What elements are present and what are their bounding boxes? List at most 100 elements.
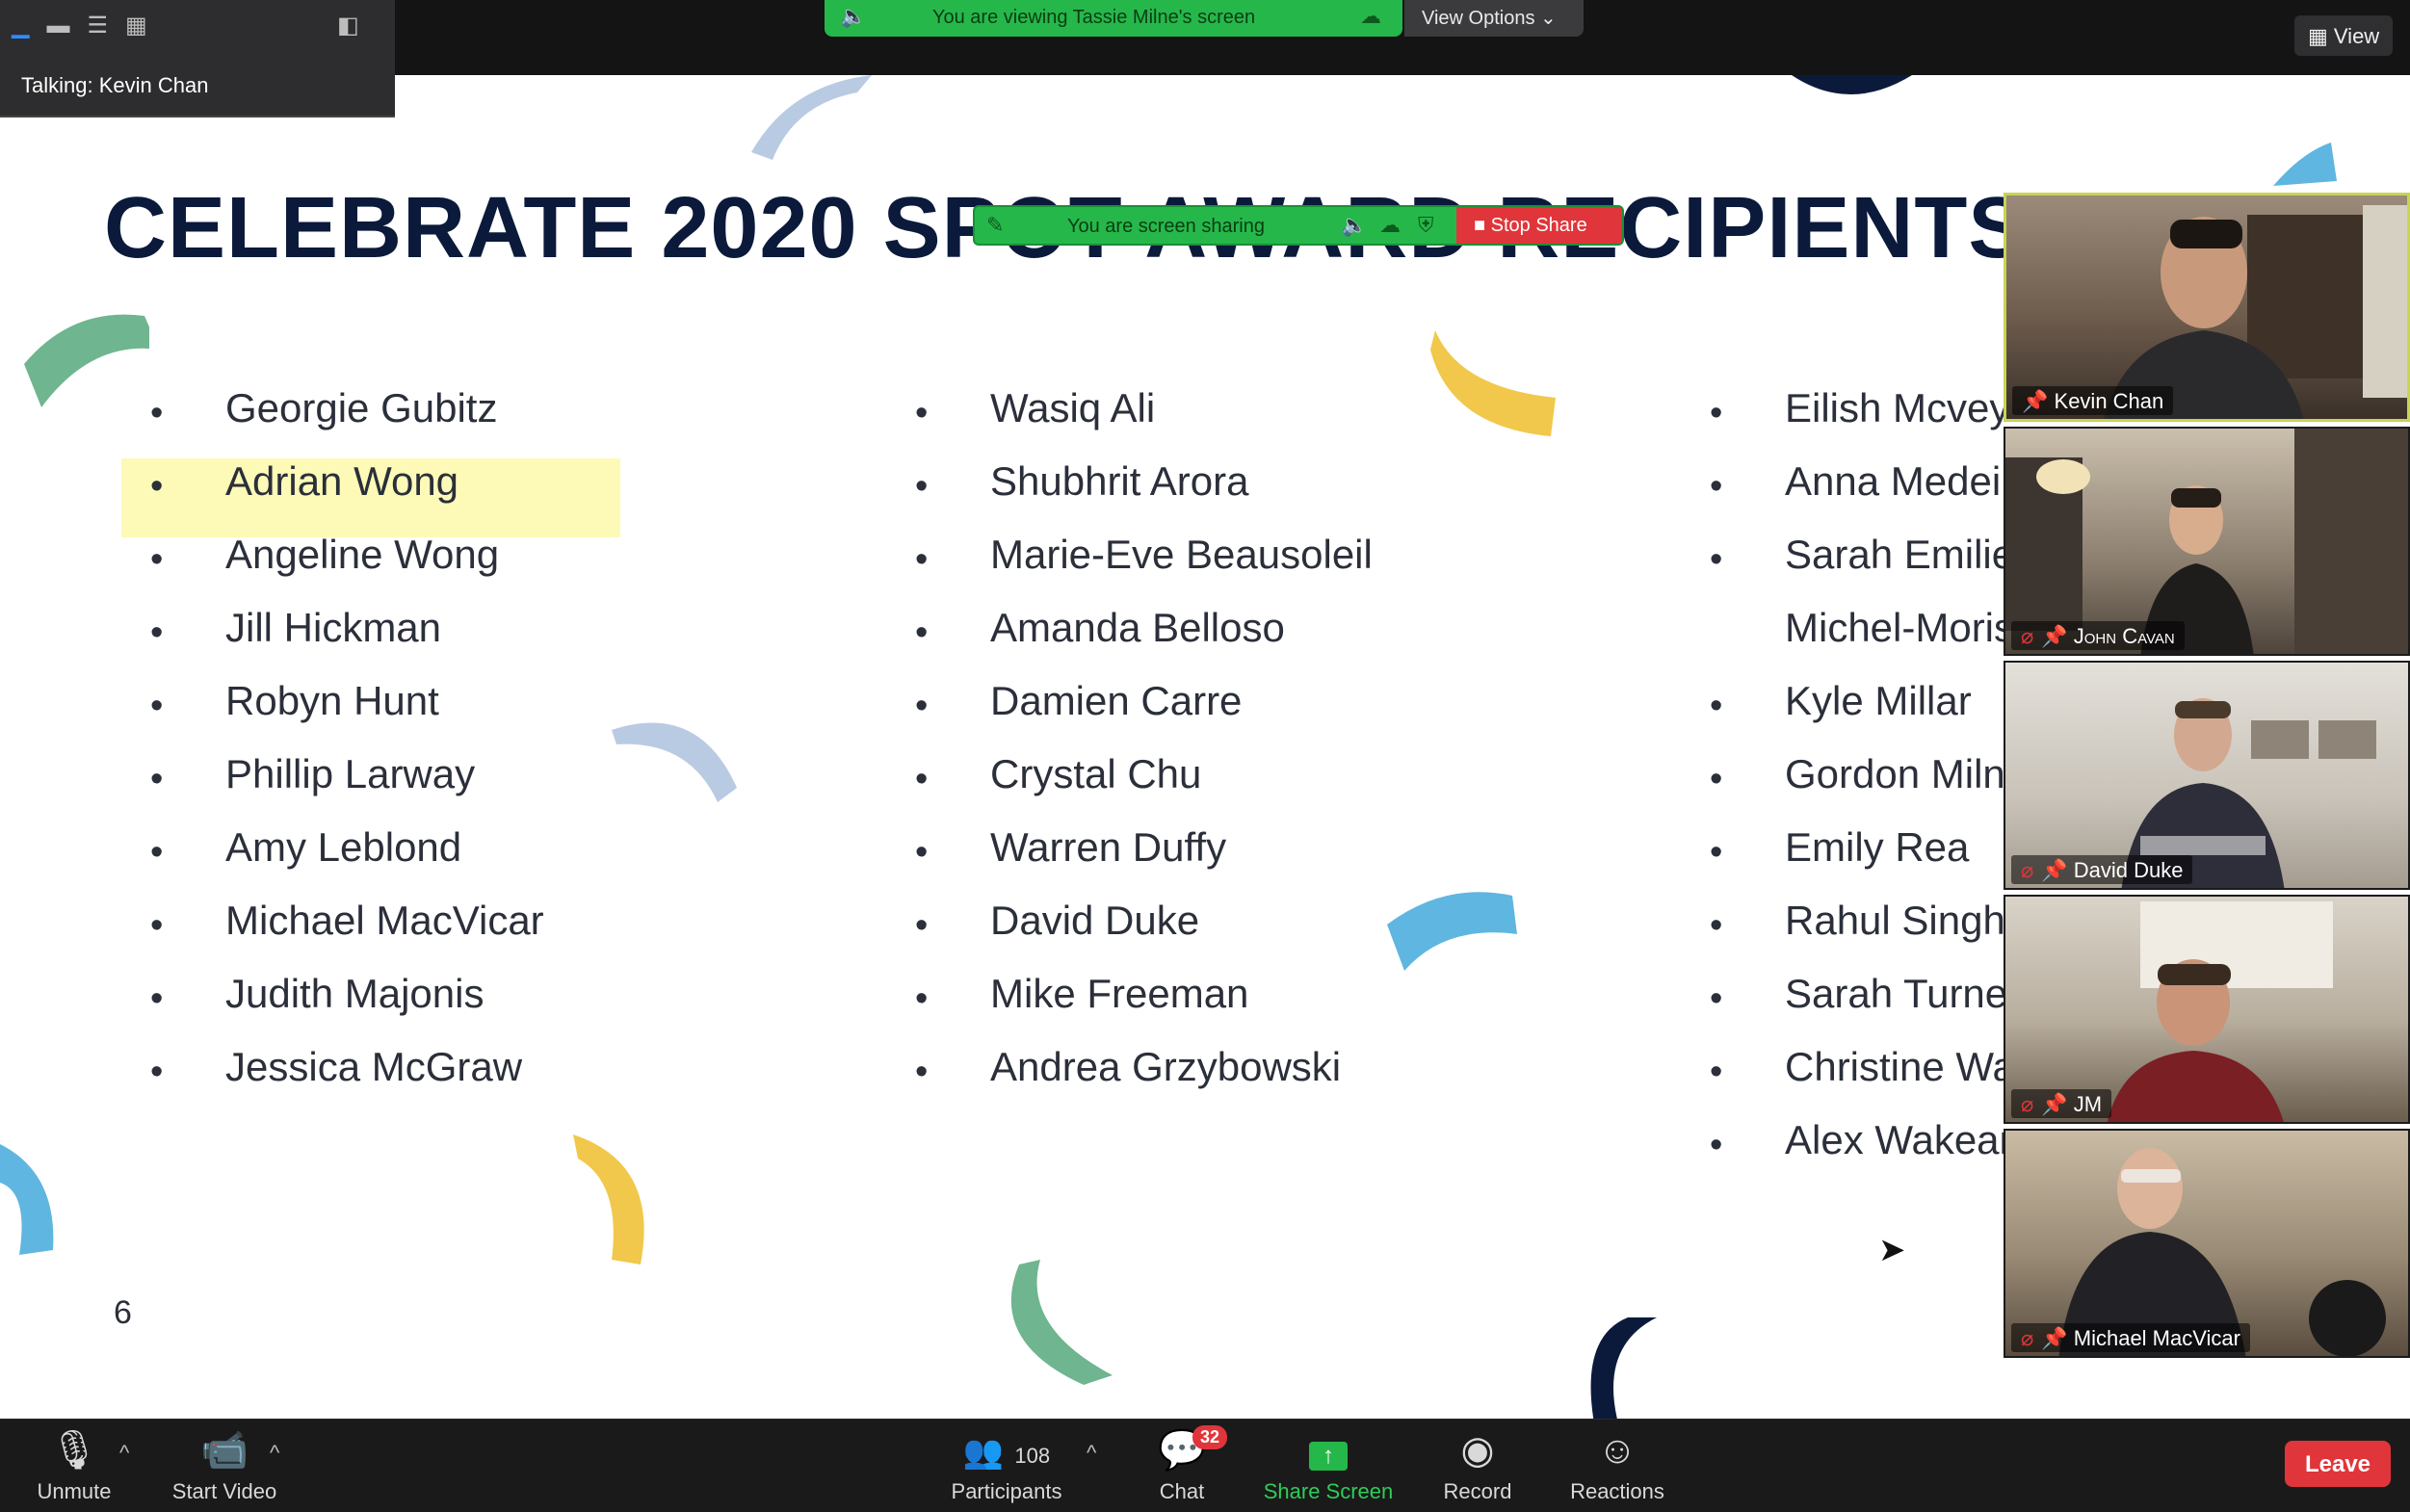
view-button-label: View	[2333, 24, 2380, 48]
recipient-name: Anna Medei	[1785, 458, 2002, 504]
recipient-name: Jill Hickman	[225, 605, 442, 650]
start-video-button[interactable]: 📹 Start Video	[168, 1429, 281, 1504]
start-video-label: Start Video	[171, 1479, 277, 1503]
shield-icon[interactable]: ⛨	[1418, 213, 1434, 238]
recipient-name: Phillip Larway	[225, 751, 476, 796]
recipient-name: Eilish Mcvey	[1785, 385, 2010, 430]
view-button[interactable]: ▦ View	[2294, 15, 2393, 56]
participants-label: Participants	[951, 1479, 1062, 1503]
recipient-name: Damien Carre	[990, 678, 1243, 723]
unmute-label: Unmute	[37, 1479, 112, 1503]
confetti-yellow-top	[1430, 330, 1556, 436]
recipient-name: Marie-Eve Beausoleil	[990, 532, 1373, 577]
recipient-name: Judith Majonis	[225, 971, 485, 1016]
recipient-name: Sarah Turner	[1785, 971, 2022, 1016]
reactions-button[interactable]: ☺ Reactions	[1564, 1429, 1670, 1504]
recipient-name: Sarah Emilie	[1785, 532, 2015, 577]
recipient-name: Christine Wa	[1785, 1044, 2015, 1089]
viewing-screen-text: You are viewing Tassie Milne's screen	[932, 7, 1256, 28]
participants-options-caret[interactable]: ^	[1087, 1441, 1096, 1466]
confetti-blue-right	[1387, 892, 1517, 971]
video-tile[interactable]: 📌 Kevin Chan	[2004, 193, 2410, 422]
participant-name: David Duke	[2073, 858, 2184, 882]
chat-button[interactable]: 💬 32 Chat	[1146, 1425, 1228, 1504]
recipient-name: Jessica McGraw	[225, 1044, 523, 1089]
leave-button[interactable]: Leave	[2285, 1441, 2391, 1487]
pin-icon[interactable]: ✎	[986, 213, 1004, 238]
bullet-icon: •	[1710, 1052, 1723, 1092]
speaker-view-icon[interactable]: ▁	[12, 12, 29, 40]
participant-label: ⌀ 📌 JM	[2011, 1089, 2112, 1118]
minimize-layout-icon[interactable]: ◧	[337, 12, 359, 39]
bullet-icon: •	[1710, 1125, 1723, 1165]
bullet-icon: •	[915, 393, 929, 433]
share-screen-button[interactable]: ↑ Share Screen	[1262, 1429, 1395, 1504]
bullet-icon: •	[150, 466, 164, 507]
video-tile[interactable]: ⌀ 📌 John Cavan	[2004, 427, 2410, 656]
participants-button[interactable]: 👥 108 Participants	[944, 1429, 1069, 1504]
talking-indicator: Talking: Kevin Chan	[21, 73, 209, 97]
recipient-name: David Duke	[990, 898, 1200, 943]
recipient-name: Adrian Wong	[225, 458, 459, 504]
participants-count: 108	[1014, 1444, 1051, 1468]
speaker-icon[interactable]: 🔈	[840, 4, 866, 29]
bullet-icon: •	[915, 539, 929, 580]
recipient-name: Amanda Belloso	[990, 605, 1285, 650]
audio-options-caret[interactable]: ^	[119, 1441, 129, 1466]
chat-unread-badge: 32	[1192, 1425, 1228, 1449]
participants-icon: 👥 108	[962, 1434, 1051, 1471]
reactions-label: Reactions	[1570, 1479, 1664, 1503]
speaker-icon[interactable]: 🔈	[1341, 213, 1367, 238]
recipient-name: Warren Duffy	[990, 824, 1227, 870]
bullet-icon: •	[1710, 905, 1723, 946]
bullet-icon: •	[150, 686, 164, 726]
confetti-navy-top	[1792, 75, 1912, 94]
confetti-blue-light	[751, 75, 872, 160]
participant-name: John Cavan	[2073, 624, 2175, 648]
recipient-name: Wasiq Ali	[990, 385, 1156, 430]
muted-mic-icon: ⌀	[2021, 1326, 2034, 1350]
screen-sharing-text: You are screen sharing	[1067, 216, 1265, 237]
mouse-cursor: ➤	[1878, 1232, 1906, 1268]
stop-share-label: Stop Share	[1490, 215, 1587, 236]
slide-page-number: 6	[114, 1294, 132, 1331]
side-by-side-icon[interactable]: ☰	[87, 12, 108, 40]
view-options-dropdown[interactable]: View Options ⌄	[1404, 0, 1584, 37]
bullet-icon: •	[1710, 539, 1723, 580]
gallery-strip-icon[interactable]: ▬	[46, 12, 69, 40]
confetti-green-bottom	[1010, 1260, 1113, 1385]
unmute-button[interactable]: 🎙 Unmute	[35, 1429, 114, 1504]
recipient-name: Amy Leblond	[225, 824, 462, 870]
muted-mic-icon: ⌀	[2021, 1092, 2034, 1116]
recipient-name: Michael MacVicar	[225, 898, 544, 943]
video-tile[interactable]: ⌀ 📌 Michael MacVicar	[2004, 1129, 2410, 1358]
bullet-icon: •	[1710, 466, 1723, 507]
cloud-icon[interactable]: ☁	[1360, 4, 1381, 29]
bullet-icon: •	[915, 686, 929, 726]
bullet-icon: •	[915, 759, 929, 799]
cloud-icon[interactable]: ☁	[1379, 213, 1401, 238]
video-options-caret[interactable]: ^	[270, 1441, 279, 1466]
recipient-name: Emily Rea	[1785, 824, 1970, 870]
bullet-icon: •	[150, 978, 164, 1019]
screen-sharing-bar[interactable]: ✎ You are screen sharing 🔈 ☁ ⛨ ■ Stop Sh…	[973, 205, 1624, 246]
recipient-name: Robyn Hunt	[225, 678, 439, 723]
muted-mic-icon: ⌀	[2021, 624, 2034, 648]
participant-label: ⌀ 📌 Michael MacVicar	[2011, 1323, 2250, 1352]
muted-mic-icon: ⌀	[2021, 858, 2034, 882]
video-tile[interactable]: ⌀ 📌 David Duke	[2004, 661, 2410, 890]
bullet-icon: •	[1710, 686, 1723, 726]
record-button[interactable]: ◉ Record	[1439, 1429, 1516, 1504]
confetti-blue-mid	[612, 722, 737, 802]
participant-label: 📌 Kevin Chan	[2012, 386, 2174, 415]
share-screen-label: Share Screen	[1263, 1479, 1394, 1503]
recipient-name: Gordon Milne	[1785, 751, 2029, 796]
recipient-name: Michel-Moris	[1785, 605, 2015, 650]
bullet-icon: •	[150, 393, 164, 433]
grid-view-icon[interactable]: ▦	[125, 12, 147, 40]
confetti-yellow-bottom	[573, 1134, 644, 1264]
participant-name: Kevin Chan	[2054, 389, 2164, 413]
video-tile[interactable]: ⌀ 📌 JM	[2004, 895, 2410, 1124]
recipient-name: Georgie Gubitz	[225, 385, 498, 430]
stop-share-button[interactable]: ■ Stop Share	[1456, 207, 1622, 244]
